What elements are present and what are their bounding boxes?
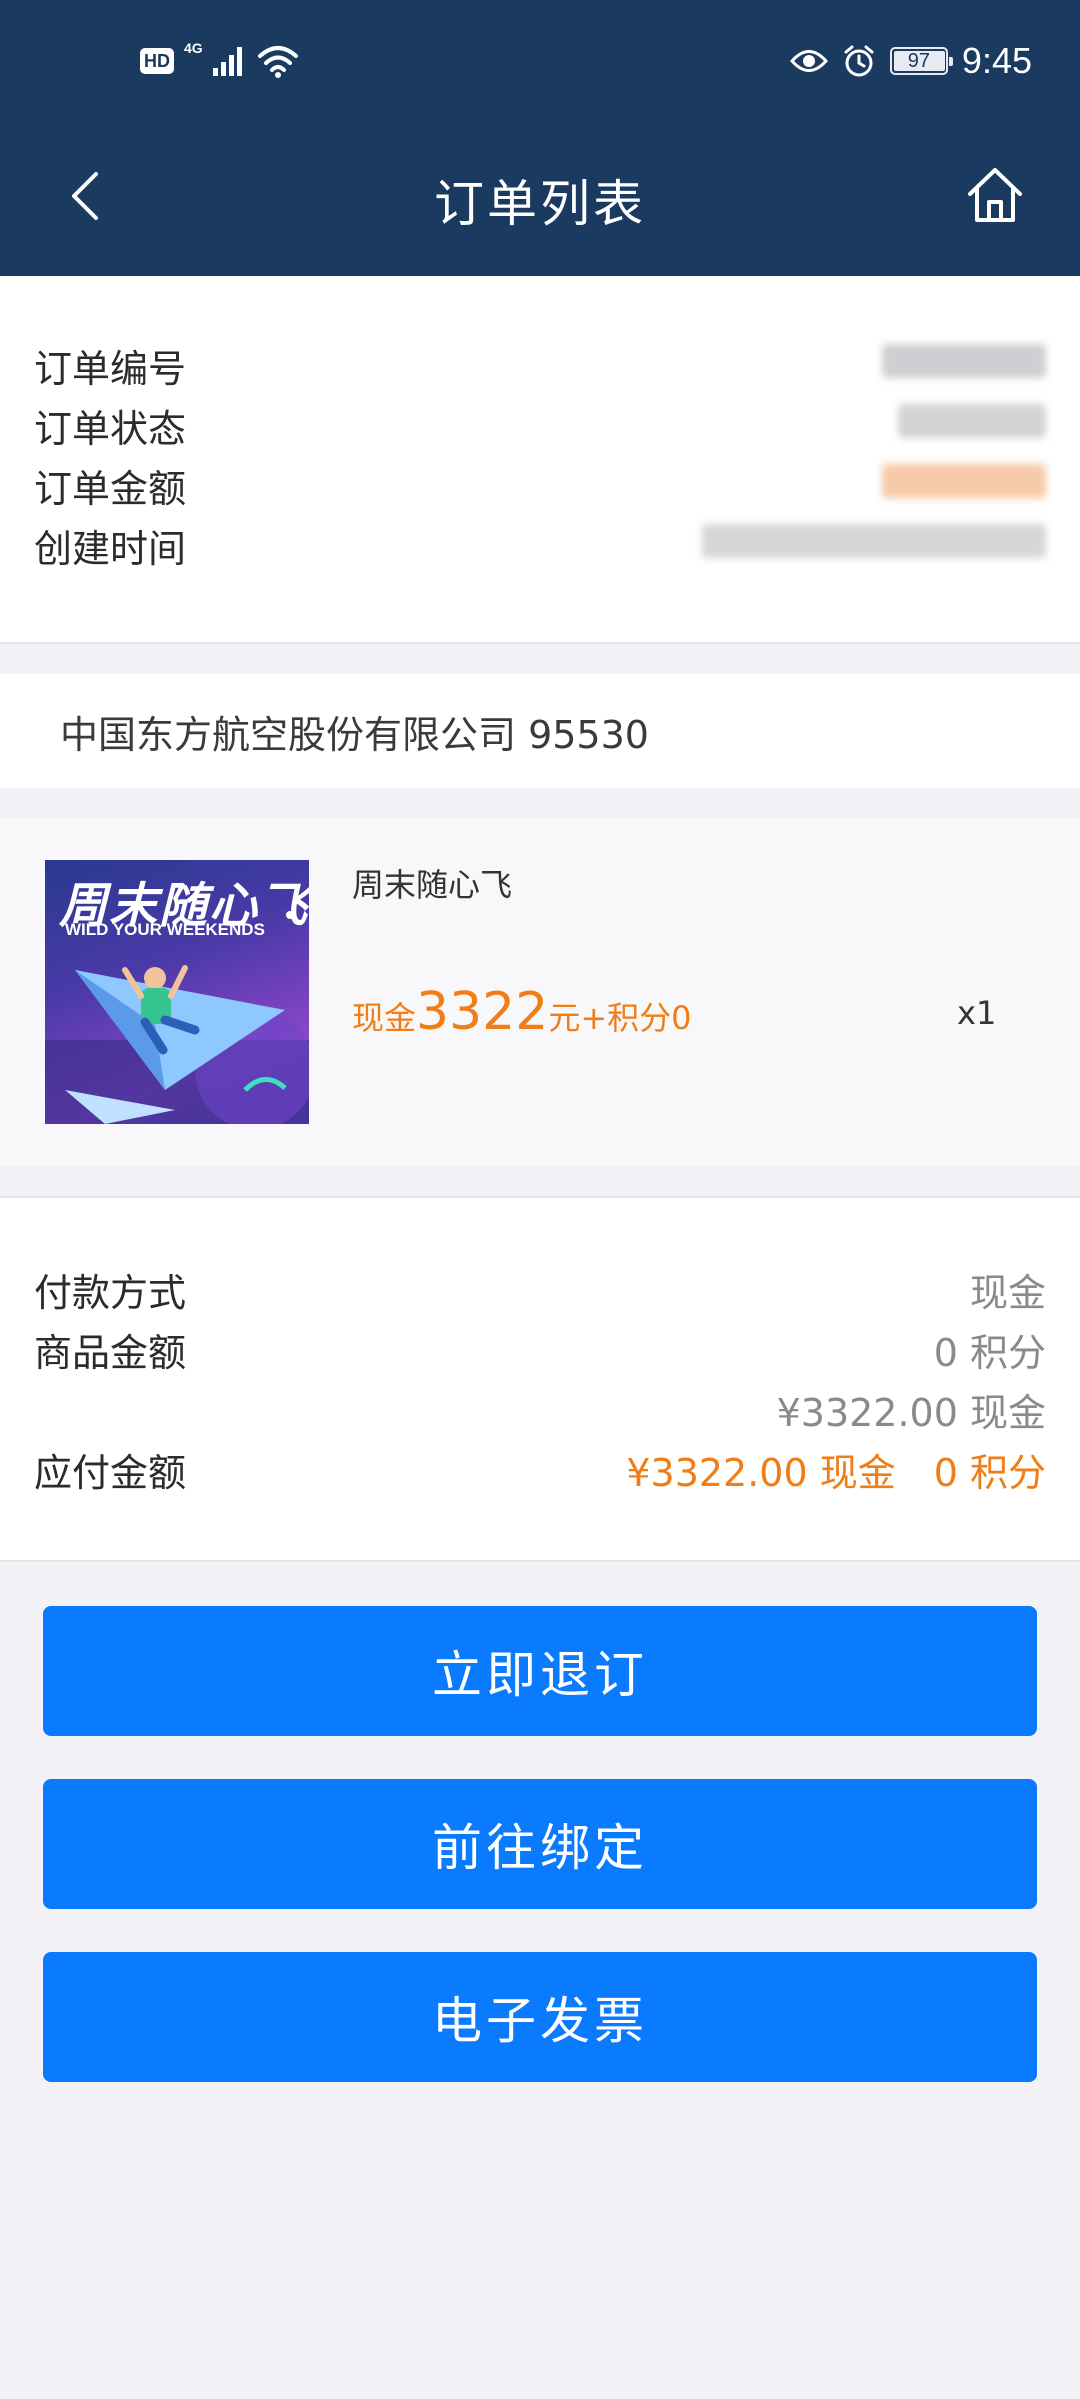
nav-bar: 订单列表: [0, 130, 1080, 276]
order-amount-redacted: [882, 464, 1046, 498]
status-right: 97 9:45: [789, 40, 1032, 82]
status-bar: HD 4G 97 9:45: [0, 0, 1080, 130]
status-left: HD 4G: [140, 40, 299, 78]
alarm-icon: [844, 45, 874, 77]
status-time: 9:45: [961, 40, 1032, 81]
amount-due-label: 应付金额: [34, 1451, 187, 1495]
created-time-redacted: [702, 524, 1046, 558]
home-button[interactable]: [962, 162, 1028, 228]
merchant-card: 中国东方航空股份有限公司 95530: [0, 674, 1080, 788]
order-status-redacted: [898, 404, 1046, 438]
cancel-order-button[interactable]: 立即退订: [43, 1606, 1037, 1736]
hd-badge: HD: [140, 48, 174, 74]
e-invoice-button[interactable]: 电子发票: [43, 1952, 1037, 2082]
goods-amount-label: 商品金额: [34, 1331, 187, 1375]
network-type: 4G: [184, 40, 203, 56]
wifi-icon: [257, 46, 298, 78]
battery-percent: 97: [907, 49, 931, 72]
product-image: 周末随心飞 WILD YOUR WEEKENDS: [45, 860, 309, 1124]
order-status-label: 订单状态: [34, 407, 187, 451]
price-prefix: 现金: [352, 999, 417, 1037]
battery-icon: 97: [889, 47, 953, 75]
merchant-name: 中国东方航空股份有限公司 95530: [60, 713, 649, 757]
product-price: 现金3322元+积分0: [352, 982, 692, 1042]
home-icon: [968, 168, 1022, 222]
created-time-label: 创建时间: [34, 527, 187, 571]
goods-amount-cash: ¥3322.00 现金: [776, 1391, 1046, 1435]
payment-card: 付款方式 现金 商品金额 0 积分 ¥3322.00 现金 应付金额 ¥3322…: [0, 1196, 1080, 1562]
eye-icon: [789, 50, 828, 72]
order-amount-label: 订单金额: [34, 467, 187, 511]
product-card[interactable]: 周末随心飞 WILD YOUR WEEKENDS 周末随心飞 现金3322元+积…: [0, 818, 1080, 1166]
payment-method-value: 现金: [969, 1271, 1046, 1315]
product-name: 周末随心飞: [352, 866, 513, 904]
order-info-card: 订单编号 订单状态 订单金额 创建时间: [0, 276, 1080, 644]
amount-due-value: ¥3322.00 现金 0 积分: [626, 1451, 1046, 1495]
signal-icon: [212, 47, 242, 76]
price-suffix: 元+积分0: [548, 999, 692, 1037]
page-title: 订单列表: [434, 175, 646, 233]
price-value: 3322: [416, 982, 549, 1042]
product-quantity: x1: [957, 994, 997, 1032]
order-number-redacted: [882, 344, 1046, 378]
payment-method-label: 付款方式: [34, 1271, 187, 1315]
bind-button[interactable]: 前往绑定: [43, 1779, 1037, 1909]
goods-amount-points: 0 积分: [933, 1331, 1046, 1375]
order-number-label: 订单编号: [34, 347, 187, 391]
product-image-subtitle: WILD YOUR WEEKENDS: [65, 920, 265, 939]
